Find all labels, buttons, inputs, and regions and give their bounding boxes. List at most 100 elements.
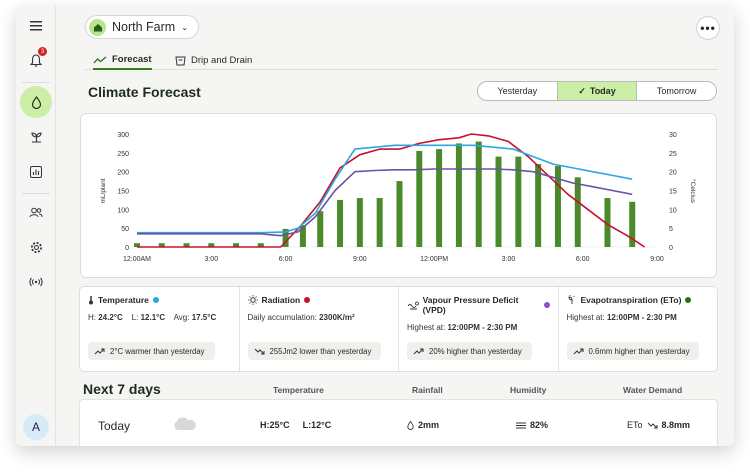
- y-right-tick-label: 5: [669, 226, 673, 233]
- comparison-chip: 2°C warmer than yesterday: [88, 342, 215, 360]
- trend-up-icon: [413, 348, 424, 354]
- comparison-chip: 20% higher than yesterday: [407, 342, 532, 360]
- x-tick-label: 12:00AM: [123, 256, 151, 263]
- bar: [436, 149, 443, 247]
- bar: [455, 143, 462, 247]
- x-tick-label: 6:00: [576, 256, 590, 263]
- sidebar-item-reports[interactable]: [22, 158, 50, 186]
- bar: [356, 198, 363, 247]
- trend-down-icon: [254, 348, 264, 354]
- trend-up-icon: [573, 348, 583, 354]
- x-tick-label: 3:00: [204, 256, 218, 263]
- day-option-tomorrow[interactable]: Tomorrow: [637, 82, 716, 100]
- y-right-tick-label: 30: [669, 132, 677, 139]
- column-header-humidity: Humidity: [510, 385, 547, 395]
- thermometer-icon: [89, 296, 93, 305]
- climate-chart: 0 50 100 150 200 250 300 0 5 10 15 20 25 30 mL/plant °C…: [100, 132, 697, 263]
- avatar[interactable]: A: [23, 414, 49, 440]
- tab-bar: Forecast Drip and Drain: [85, 46, 718, 70]
- more-icon: •••: [700, 21, 716, 35]
- trend-down-icon: [647, 422, 658, 428]
- tab-forecast[interactable]: Forecast: [93, 51, 152, 70]
- gear-icon: [30, 241, 42, 253]
- x-tick-label: 9:00: [353, 256, 367, 263]
- y-right-tick-label: 20: [669, 170, 677, 177]
- table-row[interactable]: Today H:25°C L:12°C 2mm 82% ETo 8.8mm: [79, 399, 718, 446]
- notification-badge: 3: [38, 47, 47, 56]
- x-tick-label: 12:00PM: [420, 256, 448, 263]
- cloud-icon: [172, 417, 198, 431]
- bell-icon[interactable]: 3: [22, 46, 50, 74]
- y-right-tick-label: 25: [669, 151, 677, 158]
- y-left-tick-label: 50: [121, 226, 129, 233]
- humidity-value: 82%: [530, 420, 549, 430]
- water-drop-icon: [31, 95, 41, 109]
- bar: [416, 150, 423, 247]
- sidebar-divider: [22, 82, 50, 83]
- y-right-tick-label: 0: [669, 245, 673, 252]
- farm-name: North Farm: [112, 20, 176, 34]
- bar: [495, 156, 502, 247]
- metric-evapotranspiration: Evapotranspiration (ETo) Highest at: 12:…: [559, 287, 718, 371]
- trend-icon: [93, 55, 107, 63]
- day-option-today[interactable]: ✓ Today: [557, 82, 638, 100]
- sidebar-item-plant[interactable]: [22, 123, 50, 151]
- sidebar-item-settings[interactable]: [22, 233, 50, 261]
- day-option-yesterday[interactable]: Yesterday: [478, 82, 558, 100]
- y-left-tick-label: 250: [117, 151, 129, 158]
- bar: [376, 198, 383, 247]
- eto-label: ETo: [627, 420, 643, 430]
- column-header-rainfall: Rainfall: [412, 385, 443, 395]
- sidebar: 3 A: [16, 6, 56, 446]
- water-drop-icon: [407, 420, 414, 430]
- metric-temperature: Temperature H: 24.2°C L: 12.1°C Avg: 17.…: [80, 287, 240, 371]
- menu-icon[interactable]: [22, 12, 50, 40]
- signal-icon: [29, 277, 43, 287]
- y-right-tick-label: 10: [669, 207, 677, 214]
- farm-selector[interactable]: North Farm ⌄: [85, 15, 199, 39]
- series-line: [137, 133, 646, 248]
- evaporation-icon: [568, 295, 574, 304]
- tab-drip-and-drain[interactable]: Drip and Drain: [175, 51, 252, 70]
- bar: [535, 164, 542, 247]
- x-tick-label: 3:00: [502, 256, 516, 263]
- main-content: North Farm ⌄ ••• Forecast Drip and Drain…: [57, 6, 734, 446]
- trend-up-icon: [94, 348, 105, 354]
- sidebar-item-sensors[interactable]: [22, 268, 50, 296]
- chart-icon: [30, 166, 42, 178]
- y-left-tick-label: 150: [117, 189, 129, 196]
- farm-home-icon: [89, 18, 106, 36]
- legend-dot: [304, 297, 311, 303]
- bar: [574, 177, 581, 247]
- sun-icon: [247, 295, 258, 305]
- temp-low: L:12°C: [302, 420, 332, 430]
- sidebar-item-water[interactable]: [20, 86, 52, 118]
- column-header-temperature: Temperature: [273, 385, 324, 395]
- sidebar-divider: [22, 193, 50, 194]
- rainfall-value: 2mm: [418, 420, 440, 430]
- y-left-tick-label: 200: [117, 170, 129, 177]
- legend-dot: [543, 302, 550, 308]
- y-right-tick-label: 15: [669, 189, 677, 196]
- day-name: Today: [98, 419, 131, 433]
- sidebar-item-users[interactable]: [22, 198, 50, 226]
- eto-value: 8.8mm: [661, 420, 691, 430]
- x-tick-label: 6:00: [279, 256, 293, 263]
- check-icon: ✓: [578, 85, 586, 96]
- temp-high: H:25°C: [260, 420, 290, 430]
- comparison-chip: 255Jm2 lower than yesterday: [247, 342, 382, 360]
- bar: [475, 141, 482, 247]
- page-title: Climate Forecast: [88, 84, 201, 100]
- metric-vpd: Vapour Pressure Deficit (VPD) Highest at…: [399, 287, 559, 371]
- y-right-axis-label: °Celcius: [689, 179, 697, 204]
- humidity-icon: [516, 422, 526, 428]
- more-options-button[interactable]: •••: [696, 16, 720, 40]
- app-window: 3 A North Farm ⌄ ••• Forecast Drip and D…: [16, 6, 734, 446]
- legend-dot: [152, 297, 159, 303]
- legend-dot: [685, 297, 692, 303]
- y-left-tick-label: 300: [117, 132, 129, 139]
- container-icon: [175, 56, 186, 65]
- y-left-tick-label: 0: [125, 245, 129, 252]
- y-left-axis-label: mL/plant: [100, 178, 107, 203]
- metric-radiation: Radiation Daily accumulation: 2300K/m² 2…: [240, 287, 399, 371]
